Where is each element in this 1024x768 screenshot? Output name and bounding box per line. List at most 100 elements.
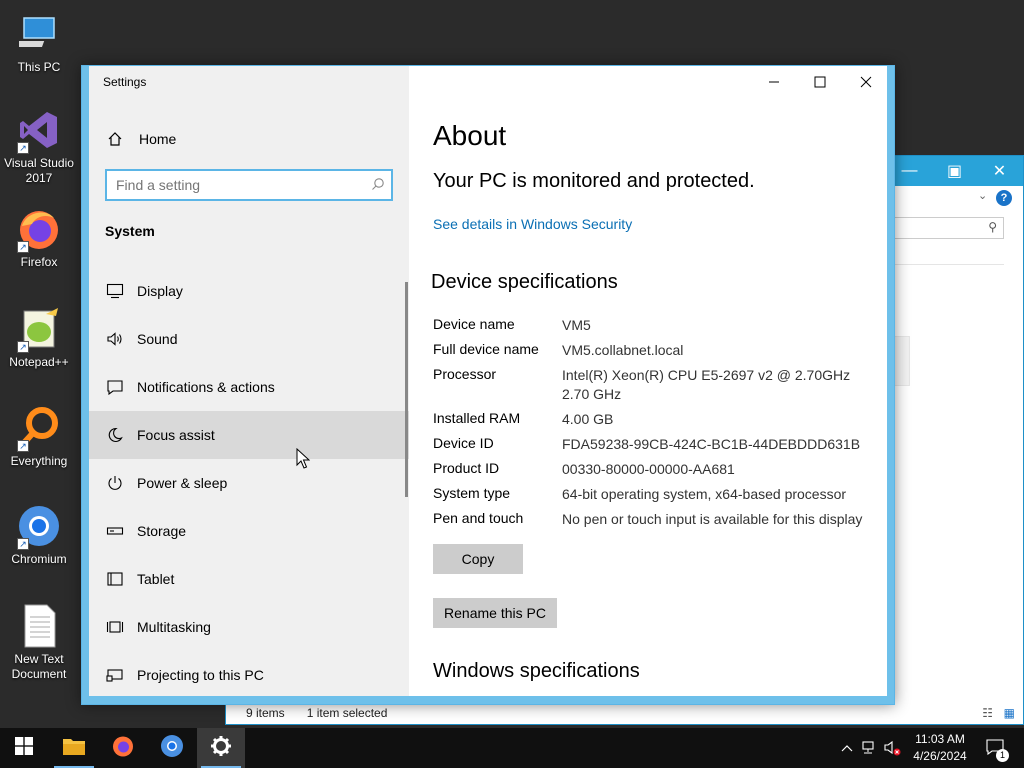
maximize-button[interactable] [797,66,843,98]
sidebar-item-label: Storage [137,523,187,539]
spec-key: Pen and touch [433,510,524,526]
spec-key: Full device name [433,341,539,357]
desktop-icon-everything[interactable]: ↗ Everything [0,404,78,469]
desktop-icon-chromium[interactable]: ↗ Chromium [0,502,78,567]
nav-scrollbar[interactable] [405,282,408,497]
spec-value: 64-bit operating system, x64-based proce… [562,486,847,502]
spec-key: Device ID [433,435,494,451]
window-border [82,696,894,704]
large-icons-view-icon[interactable]: ▦ [1004,706,1015,720]
nav-section-label: System [105,223,155,239]
desktop-icon-notepad-plus-plus[interactable]: ↗ Notepad++ [0,305,78,370]
search-icon [371,177,385,191]
rename-pc-button[interactable]: Rename this PC [433,598,557,628]
desktop-icon-firefox[interactable]: ↗ Firefox [0,205,78,270]
desktop-icon-label: This PC [17,60,61,74]
sidebar-item-focus-assist[interactable]: Focus assist [89,411,409,459]
sidebar-item-power-sleep[interactable]: Power & sleep [89,459,409,507]
shortcut-arrow-icon: ↗ [17,241,29,253]
spec-value: Intel(R) Xeon(R) CPU E5-2697 v2 @ 2.70GH… [562,367,851,402]
desktop-icon-visual-studio[interactable]: ↗ Visual Studio 2017 [0,106,78,186]
explorer-search-box[interactable]: ⚲ [886,217,1004,239]
taskbar-firefox[interactable] [99,728,147,768]
copy-button[interactable]: Copy [433,544,523,574]
spec-key: Processor [433,366,497,382]
taskbar-clock[interactable]: 11:03 AM 4/26/2024 [904,731,976,765]
shortcut-arrow-icon: ↗ [17,142,29,154]
clock-date: 4/26/2024 [913,749,967,763]
explorer-dropdown-icon[interactable]: ⌄ [978,189,987,202]
page-title: About [433,120,507,151]
desktop-icon-this-pc[interactable]: This PC [0,10,78,75]
visual-studio-icon: ↗ [15,106,63,154]
protection-status: Your PC is monitored and protected. [433,170,755,192]
taskbar-settings[interactable] [197,728,245,768]
chromium-icon [160,734,184,763]
start-button[interactable] [0,728,48,768]
taskbar-chromium[interactable] [148,728,196,768]
network-icon[interactable] [859,728,881,768]
window-border [887,66,894,704]
firefox-icon: ↗ [15,205,63,253]
details-view-icon[interactable]: ☷ [982,706,993,720]
action-center-button[interactable]: 1 [980,728,1010,768]
explorer-status-bar: 9 items 1 item selected ☷ ▦ [226,702,1023,724]
clock-time: 11:03 AM [915,732,965,746]
settings-gear-icon [210,735,232,762]
sidebar-item-storage[interactable]: Storage [89,507,409,555]
spec-value: 4.00 GB [562,411,614,427]
spec-key: System type [433,485,511,501]
display-icon [105,281,125,301]
explorer-maximize-button[interactable]: ▣ [932,156,977,186]
notepad-plus-plus-icon: ↗ [15,305,63,353]
sidebar-item-label: Power & sleep [137,475,228,491]
search-icon: ⚲ [988,220,997,234]
spec-key: Installed RAM [433,410,521,426]
moon-icon [105,425,125,445]
desktop-icon-new-text-document[interactable]: New Text Document [0,602,78,682]
windows-security-link[interactable]: See details in Windows Security [433,216,632,232]
file-explorer-icon [62,736,86,761]
sidebar-item-display[interactable]: Display [89,267,409,315]
shortcut-arrow-icon: ↗ [17,341,29,353]
status-item-count: 9 items [246,706,285,720]
computer-icon [15,10,63,58]
settings-content-pane: About Your PC is monitored and protected… [409,66,889,698]
spec-key: Product ID [433,460,500,476]
desktop-icon-label: Everything [10,454,68,468]
sidebar-item-label: Display [137,283,183,299]
spec-value: No pen or touch input is available for t… [562,511,863,527]
explorer-close-button[interactable]: ✕ [977,156,1022,186]
device-specs-heading: Device specifications [431,271,618,293]
chromium-icon: ↗ [15,502,63,550]
sidebar-item-projecting[interactable]: Projecting to this PC [89,651,409,699]
volume-muted-icon[interactable] [881,728,903,768]
settings-search-input[interactable] [116,177,356,193]
sidebar-item-notifications[interactable]: Notifications & actions [89,363,409,411]
power-icon [105,473,125,493]
minimize-button[interactable] [751,66,797,98]
everything-search-icon: ↗ [15,404,63,452]
sidebar-item-label: Focus assist [137,427,215,443]
sidebar-item-label: Sound [137,331,178,347]
desktop-icon-label: Firefox [20,255,58,269]
taskbar-file-explorer[interactable] [50,728,98,768]
window-border [82,66,89,704]
settings-window[interactable]: Settings Home System Display Sound Notif… [81,65,895,705]
tray-show-hidden-icon[interactable] [836,728,858,768]
sidebar-item-multitasking[interactable]: Multitasking [89,603,409,651]
taskbar: 11:03 AM 4/26/2024 1 [0,728,1024,768]
help-icon[interactable]: ? [996,190,1012,206]
sidebar-item-label: Tablet [137,571,175,587]
notification-count-badge: 1 [996,748,1009,762]
settings-search-box[interactable] [105,169,393,201]
spec-value: 00330-80000-00000-AA681 [562,461,735,477]
start-icon [15,736,33,760]
sidebar-item-sound[interactable]: Sound [89,315,409,363]
mouse-cursor-icon [296,447,311,475]
sidebar-item-tablet[interactable]: Tablet [89,555,409,603]
firefox-icon [111,734,135,763]
shortcut-arrow-icon: ↗ [17,538,29,550]
nav-home[interactable]: Home [89,124,409,154]
close-button[interactable] [843,66,889,98]
